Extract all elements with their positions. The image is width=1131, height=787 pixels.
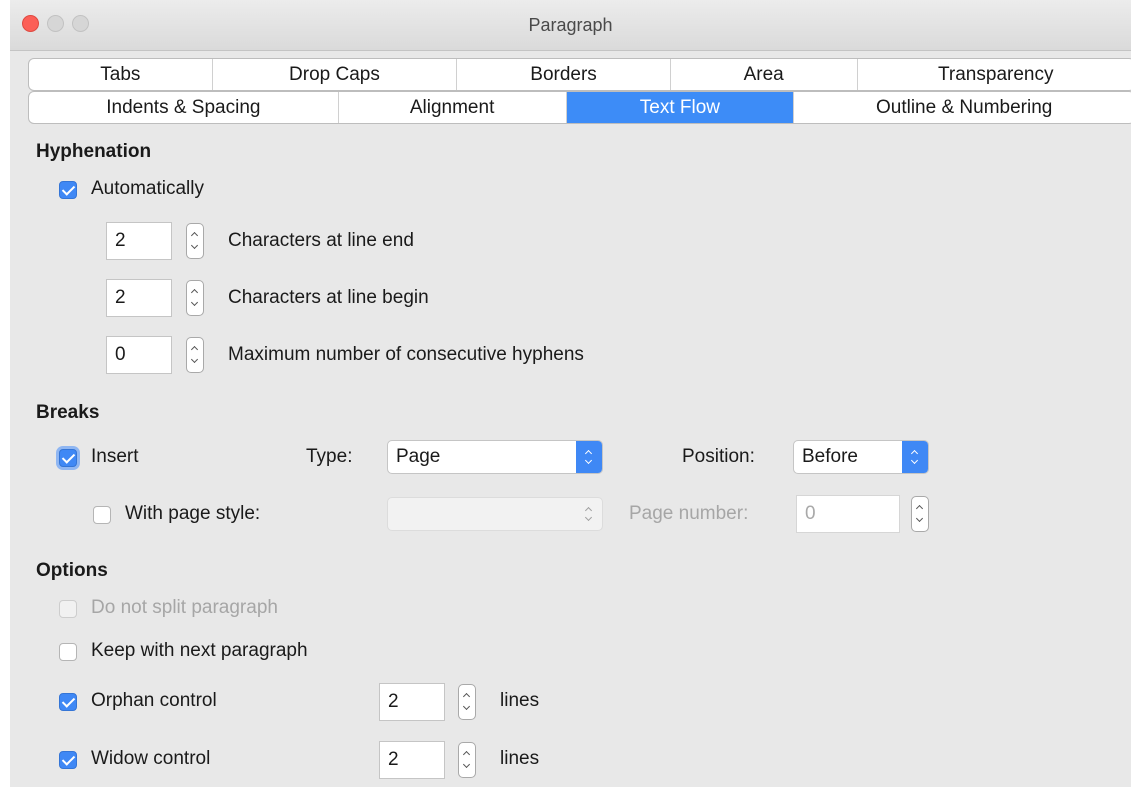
automatically-checkbox[interactable]: [59, 181, 77, 199]
window-title: Paragraph: [528, 15, 613, 35]
do-not-split-label: Do not split paragraph: [91, 597, 278, 618]
chars-line-end-input[interactable]: 2: [106, 222, 172, 260]
with-page-style-label: With page style:: [125, 503, 261, 524]
position-select[interactable]: Before: [793, 440, 929, 474]
type-label: Type:: [306, 446, 353, 467]
chars-line-end-label: Characters at line end: [228, 230, 414, 251]
insert-label: Insert: [91, 446, 139, 467]
keep-with-next-checkbox[interactable]: [59, 643, 77, 661]
tab-borders[interactable]: Borders: [457, 59, 671, 90]
paragraph-dialog: Paragraph Tabs Drop Caps Borders Area Tr…: [10, 0, 1131, 787]
automatically-label: Automatically: [91, 178, 204, 199]
insert-checkbox[interactable]: [59, 449, 77, 467]
tab-tabs[interactable]: Tabs: [29, 59, 213, 90]
position-select-value: Before: [802, 446, 858, 467]
tab-alignment[interactable]: Alignment: [339, 92, 567, 123]
tab-row-1: Tabs Drop Caps Borders Area Transparency: [28, 58, 1131, 91]
max-hyphens-stepper[interactable]: [186, 337, 204, 373]
widow-control-checkbox[interactable]: [59, 751, 77, 769]
chevron-up-down-icon: [576, 441, 602, 473]
type-select-value: Page: [396, 446, 441, 467]
tab-row-2: Indents & Spacing Alignment Text Flow Ou…: [28, 91, 1131, 124]
breaks-heading: Breaks: [36, 402, 100, 423]
chars-line-end-stepper[interactable]: [186, 223, 204, 259]
page-number-stepper[interactable]: [911, 496, 929, 532]
type-select[interactable]: Page: [387, 440, 603, 474]
orphan-control-label: Orphan control: [91, 690, 217, 711]
chevron-up-down-icon: [576, 498, 602, 530]
tab-area[interactable]: Area: [671, 59, 858, 90]
max-hyphens-input[interactable]: 0: [106, 336, 172, 374]
widow-lines-stepper[interactable]: [458, 742, 476, 778]
with-page-style-checkbox[interactable]: [93, 506, 111, 524]
chars-line-begin-input[interactable]: 2: [106, 279, 172, 317]
do-not-split-checkbox[interactable]: [59, 600, 77, 618]
widow-lines-unit: lines: [500, 748, 540, 769]
position-label: Position:: [682, 446, 755, 467]
orphan-lines-stepper[interactable]: [458, 684, 476, 720]
orphan-control-checkbox[interactable]: [59, 693, 77, 711]
tab-outline-numbering[interactable]: Outline & Numbering: [794, 92, 1131, 123]
tab-text-flow[interactable]: Text Flow: [566, 92, 795, 123]
tab-drop-caps[interactable]: Drop Caps: [213, 59, 458, 90]
page-number-input[interactable]: 0: [796, 495, 900, 533]
orphan-lines-input[interactable]: 2: [379, 683, 445, 721]
hyphenation-heading: Hyphenation: [36, 141, 152, 162]
orphan-lines-unit: lines: [500, 690, 540, 711]
chevron-up-down-icon: [902, 441, 928, 473]
widow-lines-input[interactable]: 2: [379, 741, 445, 779]
options-heading: Options: [36, 560, 108, 581]
chars-line-begin-label: Characters at line begin: [228, 287, 429, 308]
title-bar: Paragraph: [10, 0, 1131, 51]
page-number-label: Page number:: [629, 503, 749, 524]
widow-control-label: Widow control: [91, 748, 211, 769]
chars-line-begin-stepper[interactable]: [186, 280, 204, 316]
page-style-select[interactable]: [387, 497, 603, 531]
tab-indents-spacing[interactable]: Indents & Spacing: [29, 92, 339, 123]
max-hyphens-label: Maximum number of consecutive hyphens: [228, 344, 584, 365]
keep-with-next-label: Keep with next paragraph: [91, 640, 308, 661]
tab-transparency[interactable]: Transparency: [858, 59, 1131, 90]
